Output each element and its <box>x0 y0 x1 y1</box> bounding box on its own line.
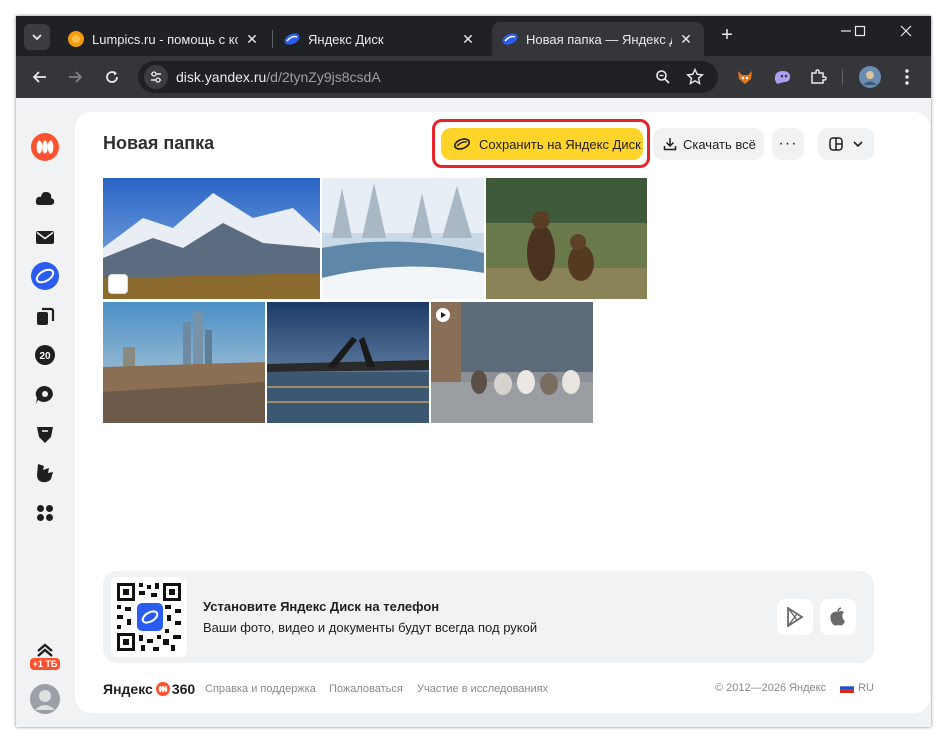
yandex-360-brand[interactable]: Яндекс 360 <box>103 681 195 697</box>
brand-name: Яндекс <box>103 681 153 697</box>
tune-icon <box>151 71 161 83</box>
yandex-sidebar: 20 +1 ТБ <box>16 98 74 727</box>
photo-thumbnail-moscow-city[interactable] <box>103 302 265 423</box>
close-icon[interactable]: ✕ <box>244 31 260 48</box>
mail-icon[interactable] <box>31 223 59 251</box>
address-bar[interactable]: disk.yandex.ru/d/2tynZy9js8csdA <box>138 61 718 93</box>
calendar-icon[interactable]: 20 <box>31 341 59 369</box>
yandex-disk-icon[interactable] <box>31 262 59 290</box>
mobile-app-promo: Установите Яндекс Диск на телефон Ваши ф… <box>103 571 874 663</box>
close-icon[interactable]: ✕ <box>460 31 476 48</box>
all-services-icon[interactable] <box>31 499 59 527</box>
promo-title: Установите Яндекс Диск на телефон <box>203 599 440 614</box>
tab-title: Яндекс Диск <box>308 31 384 47</box>
russia-flag-icon <box>840 683 855 693</box>
extension-ghost-icon[interactable] <box>769 64 795 90</box>
storage-promo-label: +1 ТБ <box>29 657 61 670</box>
app-store-button[interactable] <box>820 599 856 635</box>
new-tab-button[interactable]: + <box>716 25 738 47</box>
download-icon <box>663 138 677 151</box>
language-switcher[interactable]: RU <box>858 682 874 694</box>
page-content: 20 +1 ТБ Новая папка Сохранить на Яндекс… <box>16 98 931 727</box>
extensions-puzzle-icon[interactable] <box>805 64 831 90</box>
tab-lumpics[interactable]: Lumpics.ru - помощь с компьютером ✕ <box>58 22 270 56</box>
profile-avatar[interactable] <box>857 64 883 90</box>
google-play-button[interactable] <box>777 599 813 635</box>
storage-promo-button[interactable]: +1 ТБ <box>29 638 61 674</box>
folder-title: Новая папка <box>103 133 215 153</box>
photo-thumbnail-drawbridge[interactable] <box>267 302 429 423</box>
telemost-icon[interactable] <box>31 381 59 409</box>
photo-thumbnail-winter-river[interactable] <box>322 178 484 299</box>
apple-icon <box>830 607 845 626</box>
yandex-disk-favicon <box>502 33 518 45</box>
bookmark-star-icon[interactable] <box>685 67 705 87</box>
footer-right: © 2012—2026 Яндекс RU <box>715 682 874 694</box>
tab-title: Новая папка — Яндекс Диск <box>526 31 672 47</box>
footer: Яндекс 360 Справка и поддержка Пожаловат… <box>103 681 874 698</box>
photo-thumbnail-mountain[interactable] <box>103 178 320 299</box>
toolbar-separator <box>842 69 843 85</box>
reload-icon <box>106 71 118 83</box>
tab-title: Lumpics.ru - помощь с компьютером <box>92 31 238 47</box>
play-icon <box>436 308 450 322</box>
documents-icon[interactable] <box>31 302 59 330</box>
close-icon <box>900 25 912 37</box>
tab-separator <box>272 30 273 48</box>
forms-icon[interactable] <box>31 459 59 487</box>
url-path: /d/2tynZy9js8csdA <box>266 69 381 85</box>
google-play-icon <box>787 607 804 627</box>
cloud-icon[interactable] <box>31 184 59 212</box>
maximize-icon <box>854 25 866 37</box>
chevron-down-icon <box>32 34 42 41</box>
tab-strip: Lumpics.ru - помощь с компьютером ✕ Янде… <box>16 16 931 56</box>
more-options-button[interactable]: ··· <box>772 128 804 160</box>
back-button[interactable] <box>27 64 53 90</box>
footer-link-report[interactable]: Пожаловаться <box>329 683 403 695</box>
tiles-view-icon <box>828 137 843 151</box>
view-mode-button[interactable] <box>818 128 874 160</box>
chevron-down-icon <box>852 141 863 148</box>
browser-window: Lumpics.ru - помощь с компьютером ✕ Янде… <box>16 16 931 727</box>
yandex-360-logo-icon[interactable] <box>31 133 59 161</box>
close-icon[interactable]: ✕ <box>678 31 694 48</box>
tab-yandex-disk[interactable]: Яндекс Диск ✕ <box>274 22 486 56</box>
site-info-button[interactable] <box>144 65 168 89</box>
url-host: disk.yandex.ru <box>176 69 267 85</box>
url-text[interactable]: disk.yandex.ru/d/2tynZy9js8csdA <box>176 69 381 85</box>
zoom-icon[interactable] <box>653 67 673 87</box>
qr-code <box>111 577 187 657</box>
copyright: © 2012—2026 Яндекс <box>714 682 827 694</box>
photo-thumbnail-bears[interactable] <box>486 178 647 299</box>
extension-fox-icon[interactable] <box>732 64 758 90</box>
brand-suffix: 360 <box>171 681 196 697</box>
video-thumbnail-ducks[interactable] <box>431 302 593 423</box>
browser-toolbar: disk.yandex.ru/d/2tynZy9js8csdA <box>16 56 931 98</box>
user-avatar[interactable] <box>30 684 60 714</box>
highlight-frame <box>432 119 650 168</box>
arrow-left-icon <box>32 71 46 83</box>
footer-link-help[interactable]: Справка и поддержка <box>205 683 316 695</box>
tab-search-button[interactable] <box>24 24 50 50</box>
close-window-button[interactable] <box>891 24 921 48</box>
yandex-360-logo-icon <box>155 682 170 696</box>
notes-icon[interactable] <box>31 420 59 448</box>
yandex-disk-favicon <box>284 33 300 45</box>
chevrons-up-icon <box>37 642 53 657</box>
arrow-right-icon <box>69 71 83 83</box>
orange-circle-favicon <box>68 31 84 47</box>
select-checkbox[interactable] <box>108 274 128 294</box>
footer-link-research[interactable]: Участие в исследованиях <box>417 683 548 695</box>
browser-menu-icon[interactable] <box>894 64 920 90</box>
forward-button[interactable] <box>62 64 88 90</box>
calendar-day: 20 <box>39 351 51 362</box>
reload-button[interactable] <box>99 64 125 90</box>
download-all-button[interactable]: Скачать всё <box>653 128 764 160</box>
maximize-button[interactable] <box>845 24 875 48</box>
more-dots-icon: ··· <box>778 135 798 152</box>
tab-new-folder[interactable]: Новая папка — Яндекс Диск ✕ <box>492 22 704 56</box>
download-all-label: Скачать всё <box>683 136 756 152</box>
folder-panel: Новая папка Сохранить на Яндекс Диск Ска… <box>75 112 930 713</box>
promo-subtitle: Ваши фото, видео и документы будут всегд… <box>203 620 538 635</box>
